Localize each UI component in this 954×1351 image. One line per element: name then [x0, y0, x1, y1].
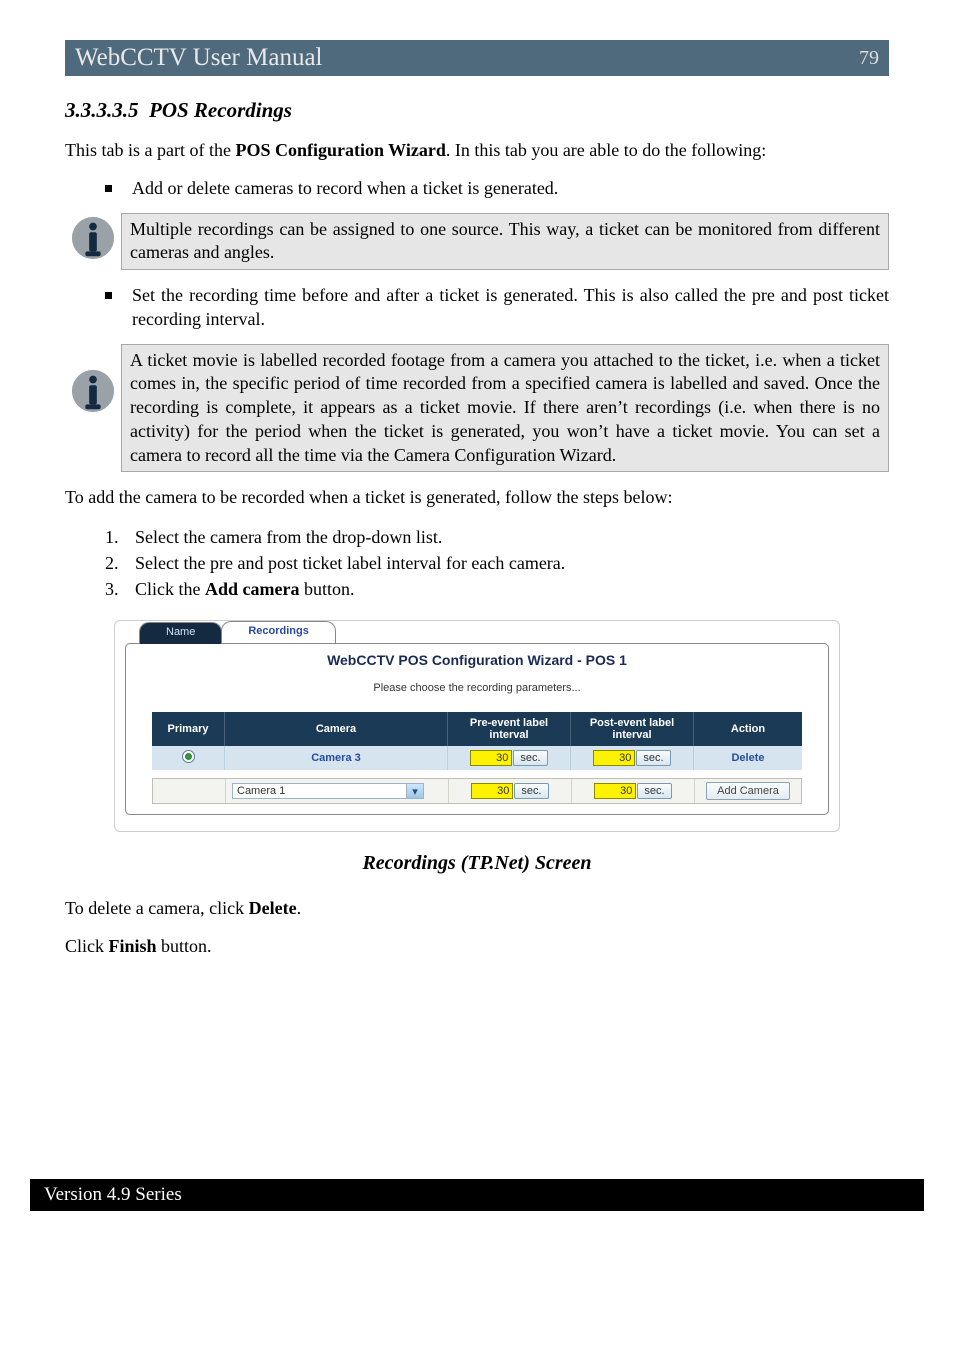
step-1-text: Select the camera from the drop-down lis…	[135, 524, 442, 550]
finish-post: button.	[157, 936, 212, 956]
table-header-row: Primary Camera Pre-event label interval …	[152, 712, 802, 746]
info-note-2-text: A ticket movie is labelled recorded foot…	[121, 344, 889, 473]
post-interval-input[interactable]: 30	[594, 783, 636, 799]
step-number: 2.	[105, 550, 135, 576]
version-label: Version 4.9 Series	[44, 1184, 182, 1205]
intro-paragraph: This tab is a part of the POS Configurat…	[65, 139, 889, 163]
sec-button[interactable]: sec.	[637, 783, 671, 799]
add-camera-button[interactable]: Add Camera	[706, 782, 790, 800]
list-item: 1.Select the camera from the drop-down l…	[105, 524, 889, 550]
step-number: 3.	[105, 576, 135, 602]
wizard-panel: WebCCTV POS Configuration Wizard - POS 1…	[125, 643, 829, 815]
bullet-2: Set the recording time before and after …	[105, 284, 889, 332]
wizard-screenshot: Name Recordings WebCCTV POS Configuratio…	[114, 620, 840, 832]
delete-link[interactable]: Delete	[731, 752, 764, 764]
sec-button[interactable]: sec.	[514, 783, 548, 799]
sec-button[interactable]: sec.	[513, 750, 547, 766]
list-item: 3.Click the Add camera button.	[105, 576, 889, 602]
tab-recordings[interactable]: Recordings	[221, 621, 336, 643]
doc-title: WebCCTV User Manual	[75, 44, 323, 72]
primary-radio-cell	[152, 746, 225, 770]
col-primary: Primary	[152, 712, 225, 746]
section-number: 3.3.3.3.5	[65, 98, 139, 122]
col-pre-label: Pre-event label interval	[470, 717, 548, 741]
step-3-pre: Click the	[135, 579, 205, 599]
header-bar: WebCCTV User Manual 79	[65, 40, 889, 76]
figure-caption: Recordings (TP.Net) Screen	[65, 852, 889, 875]
bullet-square-icon	[105, 185, 112, 192]
add-camera-cell: Camera 1 ▾	[226, 779, 449, 803]
finish-pre: Click	[65, 936, 109, 956]
add-pre-cell: 30sec.	[449, 779, 572, 803]
table-row: Camera 3 30sec. 30sec. Delete	[152, 746, 802, 770]
section-heading: 3.3.3.3.5 POS Recordings	[65, 98, 889, 123]
pre-interval-input[interactable]: 30	[470, 750, 512, 766]
camera-link[interactable]: Camera 3	[311, 752, 361, 764]
action-cell: Delete	[694, 746, 802, 770]
page-number: 79	[859, 47, 879, 70]
section-title: POS Recordings	[149, 98, 292, 122]
add-primary-cell	[153, 779, 226, 803]
list-item: 2.Select the pre and post ticket label i…	[105, 550, 889, 576]
delete-bold: Delete	[249, 898, 297, 918]
dropdown-value: Camera 1	[233, 784, 406, 798]
intro-before: This tab is a part of the	[65, 140, 235, 160]
add-camera-row: Camera 1 ▾ 30sec. 30sec. Add Camera	[152, 778, 802, 804]
info-note-1: Multiple recordings can be assigned to o…	[65, 213, 889, 271]
info-note-2: A ticket movie is labelled recorded foot…	[65, 344, 889, 473]
add-post-cell: 30sec.	[572, 779, 695, 803]
info-note-1-text: Multiple recordings can be assigned to o…	[121, 213, 889, 271]
step-3-bold: Add camera	[205, 579, 299, 599]
step-3-text: Click the Add camera button.	[135, 576, 355, 602]
step-number: 1.	[105, 524, 135, 550]
intro-bold: POS Configuration Wizard	[235, 140, 445, 160]
sec-button[interactable]: sec.	[636, 750, 670, 766]
post-interval-cell: 30sec.	[571, 746, 694, 770]
footer-bar: Version 4.9 Series	[30, 1179, 924, 1211]
finish-bold: Finish	[109, 936, 157, 956]
pre-interval-cell: 30sec.	[448, 746, 571, 770]
post-interval-input[interactable]: 30	[593, 750, 635, 766]
add-action-cell: Add Camera	[695, 779, 801, 803]
tab-name[interactable]: Name	[139, 622, 222, 644]
col-pre: Pre-event label interval	[448, 712, 571, 746]
bullet-1: Add or delete cameras to record when a t…	[105, 177, 889, 201]
camera-dropdown[interactable]: Camera 1 ▾	[232, 783, 424, 799]
to-add-paragraph: To add the camera to be recorded when a …	[65, 486, 889, 510]
steps-list: 1.Select the camera from the drop-down l…	[105, 524, 889, 602]
primary-radio[interactable]	[182, 750, 195, 763]
delete-post: .	[297, 898, 302, 918]
col-post: Post-event label interval	[571, 712, 694, 746]
finish-instruction: Click Finish button.	[65, 935, 889, 959]
wizard-tabs: Name Recordings	[139, 621, 839, 643]
delete-instruction: To delete a camera, click Delete.	[65, 897, 889, 921]
info-icon	[65, 213, 121, 261]
intro-after: . In this tab you are able to do the fol…	[446, 140, 766, 160]
wizard-subtitle: Please choose the recording parameters..…	[126, 682, 828, 694]
camera-cell: Camera 3	[225, 746, 448, 770]
step-3-post: button.	[299, 579, 354, 599]
col-camera: Camera	[225, 712, 448, 746]
delete-pre: To delete a camera, click	[65, 898, 249, 918]
col-post-label: Post-event label interval	[590, 717, 674, 741]
wizard-title: WebCCTV POS Configuration Wizard - POS 1	[126, 652, 828, 668]
recordings-table: Primary Camera Pre-event label interval …	[152, 712, 802, 770]
col-action: Action	[694, 712, 802, 746]
chevron-down-icon: ▾	[406, 784, 423, 798]
pre-interval-input[interactable]: 30	[471, 783, 513, 799]
bullet-1-text: Add or delete cameras to record when a t…	[132, 177, 889, 201]
step-2-text: Select the pre and post ticket label int…	[135, 550, 565, 576]
bullet-square-icon	[105, 292, 112, 299]
info-icon	[65, 344, 121, 414]
bullet-2-text: Set the recording time before and after …	[132, 284, 889, 332]
